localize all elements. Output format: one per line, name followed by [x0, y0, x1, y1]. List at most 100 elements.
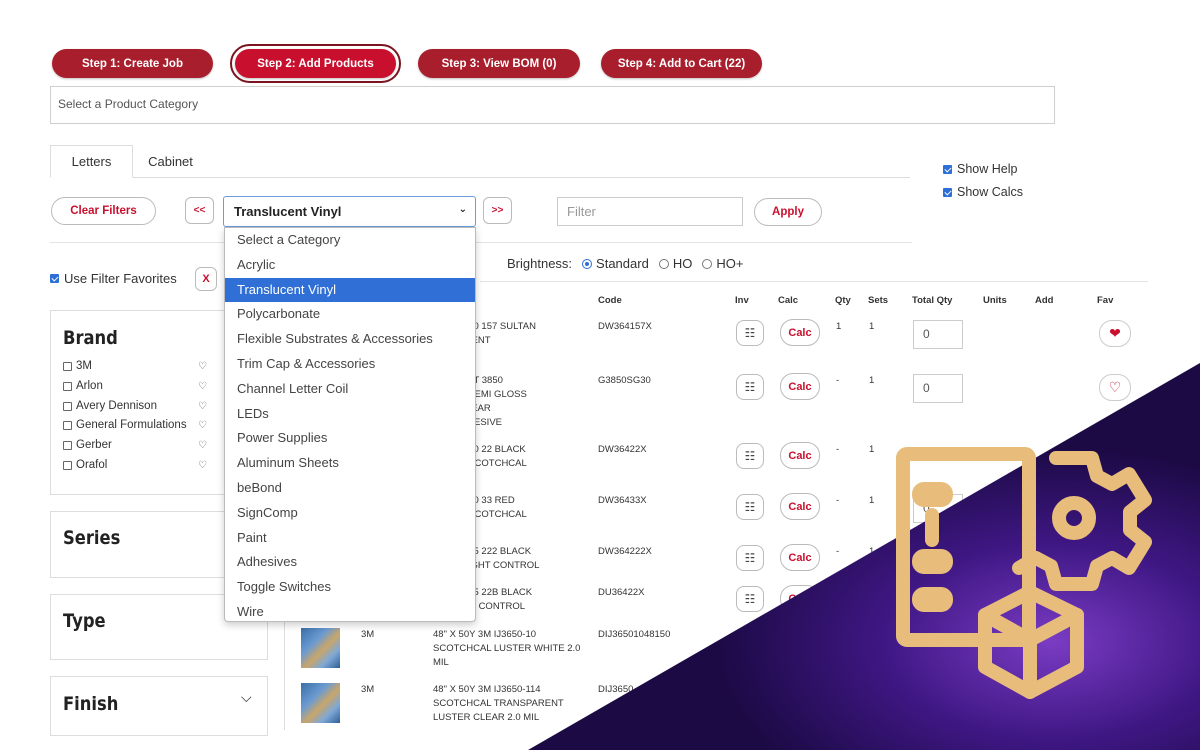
- dropdown-option[interactable]: beBond: [225, 476, 475, 500]
- dropdown-option[interactable]: Channel Letter Coil: [225, 377, 475, 401]
- step-1-button[interactable]: Step 1: Create Job: [52, 49, 213, 78]
- brightness-ho-radio[interactable]: [658, 258, 669, 269]
- product-code: DW36422X: [598, 444, 647, 455]
- calc-button[interactable]: Calc: [780, 373, 820, 400]
- dropdown-option[interactable]: Power Supplies: [225, 426, 475, 450]
- tab-cabinet[interactable]: Cabinet: [133, 145, 208, 178]
- show-calcs-checkbox[interactable]: [943, 187, 952, 197]
- dropdown-option[interactable]: Paint: [225, 526, 475, 550]
- step-3-button[interactable]: Step 3: View BOM (0): [418, 49, 580, 78]
- brightness-standard-radio[interactable]: [582, 258, 593, 269]
- brand-checkbox[interactable]: [63, 420, 72, 430]
- brightness-standard-label: Standard: [596, 256, 649, 271]
- product-brand: 3M: [361, 629, 375, 640]
- calc-button[interactable]: Calc: [780, 442, 820, 469]
- category-select[interactable]: Translucent Vinyl ⌄: [223, 196, 476, 227]
- use-filter-favorites-option[interactable]: Use Filter Favorites: [50, 271, 177, 286]
- tab-letters[interactable]: Letters: [50, 145, 133, 178]
- total-qty-input[interactable]: 0: [913, 494, 963, 523]
- dropdown-option[interactable]: LEDs: [225, 402, 475, 426]
- heart-icon[interactable]: ♡: [198, 361, 207, 372]
- favorite-button[interactable]: ♡: [1099, 374, 1131, 401]
- inventory-button[interactable]: ☷: [736, 374, 764, 400]
- row-qty: -: [836, 546, 840, 557]
- total-qty-input[interactable]: 0: [913, 320, 963, 349]
- dropdown-option[interactable]: Trim Cap & Accessories: [225, 352, 475, 376]
- total-qty-input[interactable]: 0: [913, 374, 963, 403]
- row-sets: 1: [869, 444, 875, 455]
- row-sets: 1: [869, 546, 875, 557]
- product-thumbnail: [301, 628, 340, 668]
- brand-option[interactable]: Avery Dennison: [63, 400, 157, 412]
- heart-icon[interactable]: ♡: [198, 401, 207, 412]
- brand-checkbox[interactable]: [63, 401, 72, 411]
- col-code: Code: [598, 295, 622, 306]
- divider: [284, 620, 285, 730]
- use-filter-favorites-checkbox[interactable]: [50, 274, 59, 283]
- product-description: 48" X 50Y 3M IJ3650-114 SCOTCHCAL TRANSP…: [433, 684, 564, 723]
- calc-button[interactable]: Calc: [780, 319, 820, 346]
- remove-favorites-button[interactable]: X: [195, 267, 217, 291]
- brand-checkbox[interactable]: [63, 460, 72, 470]
- heart-icon[interactable]: ♡: [198, 420, 207, 431]
- brand-option[interactable]: Gerber: [63, 439, 112, 451]
- step-4-button[interactable]: Step 4: Add to Cart (22): [601, 49, 762, 78]
- brand-checkbox[interactable]: [63, 361, 72, 371]
- col-inv: Inv: [735, 295, 749, 306]
- clear-filters-button[interactable]: Clear Filters: [51, 197, 156, 225]
- dropdown-option[interactable]: Translucent Vinyl: [225, 277, 475, 302]
- brand-option[interactable]: Arlon: [63, 380, 103, 392]
- brightness-ho-plus-radio[interactable]: [702, 258, 713, 269]
- dropdown-option[interactable]: Flexible Substrates & Accessories: [225, 327, 475, 351]
- calc-button[interactable]: Calc: [780, 585, 820, 612]
- dropdown-option[interactable]: Polycarbonate: [225, 302, 475, 326]
- brand-label: Gerber: [76, 439, 112, 451]
- inventory-button[interactable]: ☷: [736, 545, 764, 571]
- show-help-option[interactable]: Show Help: [943, 162, 1017, 176]
- chevron-down-icon: ⌄: [458, 204, 467, 215]
- calc-button[interactable]: Calc: [780, 544, 820, 571]
- finish-filter-panel[interactable]: Finish ⌵: [50, 676, 268, 736]
- next-category-button[interactable]: >>: [483, 197, 512, 224]
- brand-checkbox[interactable]: [63, 440, 72, 450]
- dropdown-option[interactable]: Aluminum Sheets: [225, 451, 475, 475]
- heart-icon[interactable]: ♡: [198, 440, 207, 451]
- apply-button[interactable]: Apply: [754, 198, 822, 226]
- finish-title: Finish: [63, 693, 119, 715]
- col-total-qty: Total Qty: [912, 295, 953, 306]
- dropdown-option[interactable]: SignComp: [225, 501, 475, 525]
- brand-checkbox[interactable]: [63, 381, 72, 391]
- brand-option[interactable]: Orafol: [63, 459, 107, 471]
- chevron-down-icon[interactable]: ⌵: [241, 689, 252, 706]
- heart-icon[interactable]: ♡: [198, 460, 207, 471]
- step-2-button[interactable]: Step 2: Add Products: [230, 44, 401, 83]
- row-sets: 1: [869, 375, 875, 386]
- card-icon: ☷: [744, 500, 756, 514]
- show-help-checkbox[interactable]: [943, 164, 952, 174]
- show-help-label: Show Help: [957, 162, 1018, 176]
- product-description: 48" X 50Y 3M IJ3650-10 SCOTCHCAL LUSTER …: [433, 629, 581, 668]
- dropdown-option[interactable]: Select a Category: [225, 228, 475, 252]
- dropdown-option[interactable]: Toggle Switches: [225, 575, 475, 599]
- show-calcs-option[interactable]: Show Calcs: [943, 185, 1023, 199]
- card-icon: ☷: [744, 592, 756, 606]
- dropdown-option[interactable]: Adhesives: [225, 550, 475, 574]
- filter-input[interactable]: Filter: [557, 197, 743, 226]
- show-calcs-label: Show Calcs: [957, 185, 1023, 199]
- row-qty: 1: [836, 321, 842, 332]
- inventory-button[interactable]: ☷: [736, 320, 764, 346]
- dropdown-option[interactable]: Wire: [225, 600, 475, 624]
- brand-option[interactable]: 3M: [63, 360, 92, 372]
- heart-icon[interactable]: ♡: [198, 381, 207, 392]
- product-category-selector[interactable]: Select a Product Category: [50, 86, 1055, 124]
- prev-category-button[interactable]: <<: [185, 197, 214, 224]
- col-add: Add: [1035, 295, 1054, 306]
- inventory-button[interactable]: ☷: [736, 443, 764, 469]
- row-qty: -: [836, 495, 840, 506]
- dropdown-option[interactable]: Acrylic: [225, 253, 475, 277]
- inventory-button[interactable]: ☷: [736, 494, 764, 520]
- calc-button[interactable]: Calc: [780, 493, 820, 520]
- inventory-button[interactable]: ☷: [736, 586, 764, 612]
- brand-option[interactable]: General Formulations: [63, 419, 187, 431]
- favorite-button[interactable]: ❤: [1099, 320, 1131, 347]
